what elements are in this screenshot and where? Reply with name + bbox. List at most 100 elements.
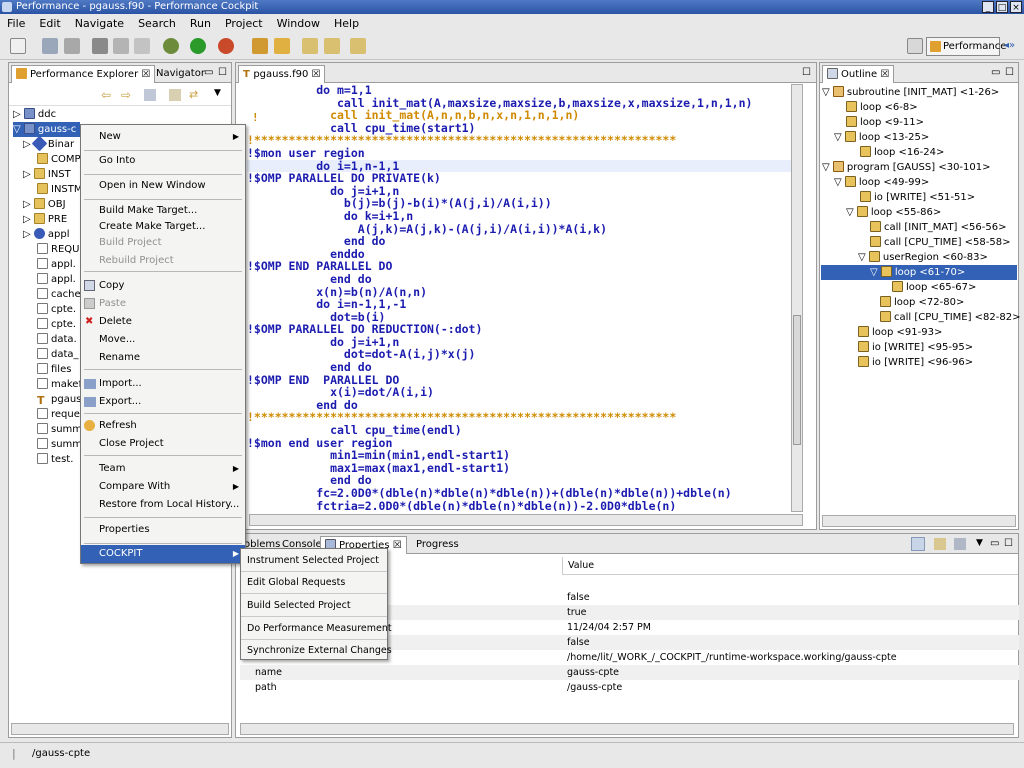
menu-navigate[interactable]: Navigate <box>68 17 131 30</box>
code-line[interactable]: !$OMP PARALLEL DO REDUCTION(-:dot) <box>247 323 792 336</box>
maximize-view-icon[interactable]: ☐ <box>218 67 227 78</box>
forward-icon[interactable] <box>350 38 366 54</box>
maximize-editor-icon[interactable]: ☐ <box>802 67 811 78</box>
code-line[interactable]: end do <box>247 235 792 248</box>
menu-item-edit-global-requests[interactable]: Edit Global Requests <box>241 571 387 594</box>
open-perspective-icon[interactable] <box>907 38 923 54</box>
menu-run[interactable]: Run <box>183 17 218 30</box>
outline-item[interactable]: io [WRITE] <95-95> <box>858 340 973 355</box>
outline-item[interactable]: call [CPU_TIME] <58-58> <box>870 235 1011 250</box>
scroll-thumb[interactable] <box>793 315 801 445</box>
outline-item[interactable]: io [WRITE] <96-96> <box>858 355 973 370</box>
restore-default-icon[interactable] <box>954 538 966 550</box>
search-icon[interactable] <box>274 38 290 54</box>
tree-item-binaries[interactable]: ▷ Binar <box>23 135 74 152</box>
code-line[interactable]: do m=1,1 <box>247 84 792 97</box>
menu-search[interactable]: Search <box>131 17 183 30</box>
menu-item-restore-history[interactable]: Restore from Local History... <box>81 496 245 514</box>
outline-item[interactable]: io [WRITE] <51-51> <box>860 190 975 205</box>
outline-item[interactable]: loop <16-24> <box>860 145 944 160</box>
property-row[interactable]: path/gauss-cpte <box>240 680 1019 695</box>
tree-item-folder[interactable]: ▷ INST <box>23 167 71 182</box>
menu-item-move[interactable]: Move... <box>81 331 245 349</box>
code-line[interactable]: do k=i+1,n <box>247 210 792 223</box>
menu-item-rename[interactable]: Rename <box>81 349 245 367</box>
tree-item-folder[interactable]: INSTM <box>37 182 83 197</box>
collapse-all-icon[interactable] <box>169 89 181 101</box>
menu-help[interactable]: Help <box>327 17 366 30</box>
editor-vscrollbar[interactable] <box>791 84 803 512</box>
tree-item-file[interactable]: cpte. <box>37 317 76 332</box>
minimize-view-icon[interactable]: ▭ <box>991 67 1000 78</box>
menu-item-copy[interactable]: Copy <box>81 277 245 295</box>
tree-item-appl[interactable]: ▷ appl <box>23 227 69 242</box>
maximize-view-icon[interactable]: ☐ <box>1004 538 1013 549</box>
tree-item-file[interactable]: REQUI <box>37 242 82 257</box>
back-icon[interactable] <box>324 38 340 54</box>
tab-performance-explorer[interactable]: Performance Explorer ☒ <box>11 65 156 83</box>
minimize-view-icon[interactable]: ▭ <box>990 538 999 549</box>
code-line[interactable]: call init_mat(A,n,n,b,n,x,n,1,n,1,n) <box>247 109 792 122</box>
tree-item-file[interactable]: test. <box>37 452 73 467</box>
perspective-switcher[interactable]: Performance <box>926 37 1006 56</box>
outline-item[interactable]: ▽ loop <55-86> <box>846 205 941 220</box>
menu-item-build-selected-project[interactable]: Build Selected Project <box>241 594 387 617</box>
menu-item-cockpit[interactable]: COCKPIT ▶ <box>81 545 245 563</box>
build-all-icon[interactable] <box>113 38 129 54</box>
close-button[interactable]: × <box>1010 1 1022 13</box>
tree-item-file[interactable]: Tpgaus <box>37 392 81 407</box>
tree-item-file[interactable]: cache <box>37 287 81 302</box>
code-line[interactable]: x(i)=dot/A(i,i) <box>247 386 792 399</box>
code-line[interactable]: end do <box>247 361 792 374</box>
editor-hscrollbar[interactable] <box>249 514 803 526</box>
tree-item-file[interactable]: data_ <box>37 347 79 362</box>
tab-pgauss-f90[interactable]: T pgauss.f90 ☒ <box>238 65 326 83</box>
menu-item-build-project[interactable]: Build Project <box>81 234 245 252</box>
code-editor[interactable]: do m=1,1 call init_mat(A,maxsize,maxsize… <box>247 84 792 511</box>
minimize-view-icon[interactable]: ▭ <box>204 67 213 78</box>
menu-item-delete[interactable]: ✖ Delete <box>81 313 245 331</box>
menu-project[interactable]: Project <box>218 17 270 30</box>
outline-item[interactable]: ▽ loop <13-25> <box>834 130 929 145</box>
tree-item-file[interactable]: cpte. <box>37 302 76 317</box>
up-icon[interactable] <box>144 89 156 101</box>
code-line[interactable]: fctria=2.0D0*(dble(n)*dble(n)*dble(n))-2… <box>247 499 792 511</box>
outline-item[interactable]: ▽ program [GAUSS] <30-101> <box>822 160 991 175</box>
menu-item-import[interactable]: Import... <box>81 375 245 393</box>
link-editor-icon[interactable]: ⇄ <box>189 88 198 101</box>
menu-item-refresh[interactable]: Refresh <box>81 417 245 435</box>
tree-item-file[interactable]: files <box>37 362 71 377</box>
value-column-header[interactable]: Value <box>562 557 1018 575</box>
view-menu-icon[interactable]: ▼ <box>214 88 221 98</box>
code-line[interactable]: fc=2.0D0*(dble(n)*dble(n)*dble(n))+(dble… <box>247 487 792 500</box>
explorer-hscrollbar[interactable] <box>11 723 229 735</box>
outline-item[interactable]: loop <72-80> <box>880 295 964 310</box>
debug-icon[interactable] <box>163 38 179 54</box>
maximize-view-icon[interactable]: ☐ <box>1005 67 1014 78</box>
show-categories-icon[interactable] <box>911 537 925 551</box>
menu-item-instrument-project[interactable]: Instrument Selected Project <box>241 549 387 572</box>
outline-item[interactable]: loop <91-93> <box>858 325 942 340</box>
code-line[interactable]: !$mon user region <box>247 147 792 160</box>
code-line[interactable]: !$OMP PARALLEL DO PRIVATE(k) <box>247 172 792 185</box>
code-line[interactable]: do i=n-1,1,-1 <box>247 298 792 311</box>
tab-navigator[interactable]: Navigator <box>152 65 209 83</box>
tab-outline[interactable]: Outline ☒ <box>822 65 895 83</box>
menu-item-open-new-window[interactable]: Open in New Window <box>81 177 245 195</box>
outline-item[interactable]: call [INIT_MAT] <56-56> <box>870 220 1006 235</box>
external-tools-icon[interactable] <box>218 38 234 54</box>
outline-item[interactable]: loop <65-67> <box>892 280 976 295</box>
outline-item[interactable]: ▽ subroutine [INIT_MAT] <1-26> <box>822 85 999 100</box>
perspective-more-icon[interactable]: ◂» <box>1004 40 1015 51</box>
outline-hscrollbar[interactable] <box>822 515 1016 527</box>
back-icon[interactable]: ⇦ <box>101 88 111 102</box>
forward-icon[interactable]: ⇨ <box>121 88 131 102</box>
menu-item-team[interactable]: Team ▶ <box>81 460 245 478</box>
outline-item[interactable]: loop <6-8> <box>846 100 918 115</box>
tree-item-file[interactable]: appl. <box>37 257 76 272</box>
property-row[interactable]: name gauss-cpte <box>240 665 1019 680</box>
menu-item-properties[interactable]: Properties <box>81 521 245 539</box>
menu-window[interactable]: Window <box>270 17 327 30</box>
menu-item-synchronize-changes[interactable]: Synchronize External Changes <box>241 639 392 662</box>
code-line[interactable]: min1=min(min1,endl-start1) <box>247 449 792 462</box>
